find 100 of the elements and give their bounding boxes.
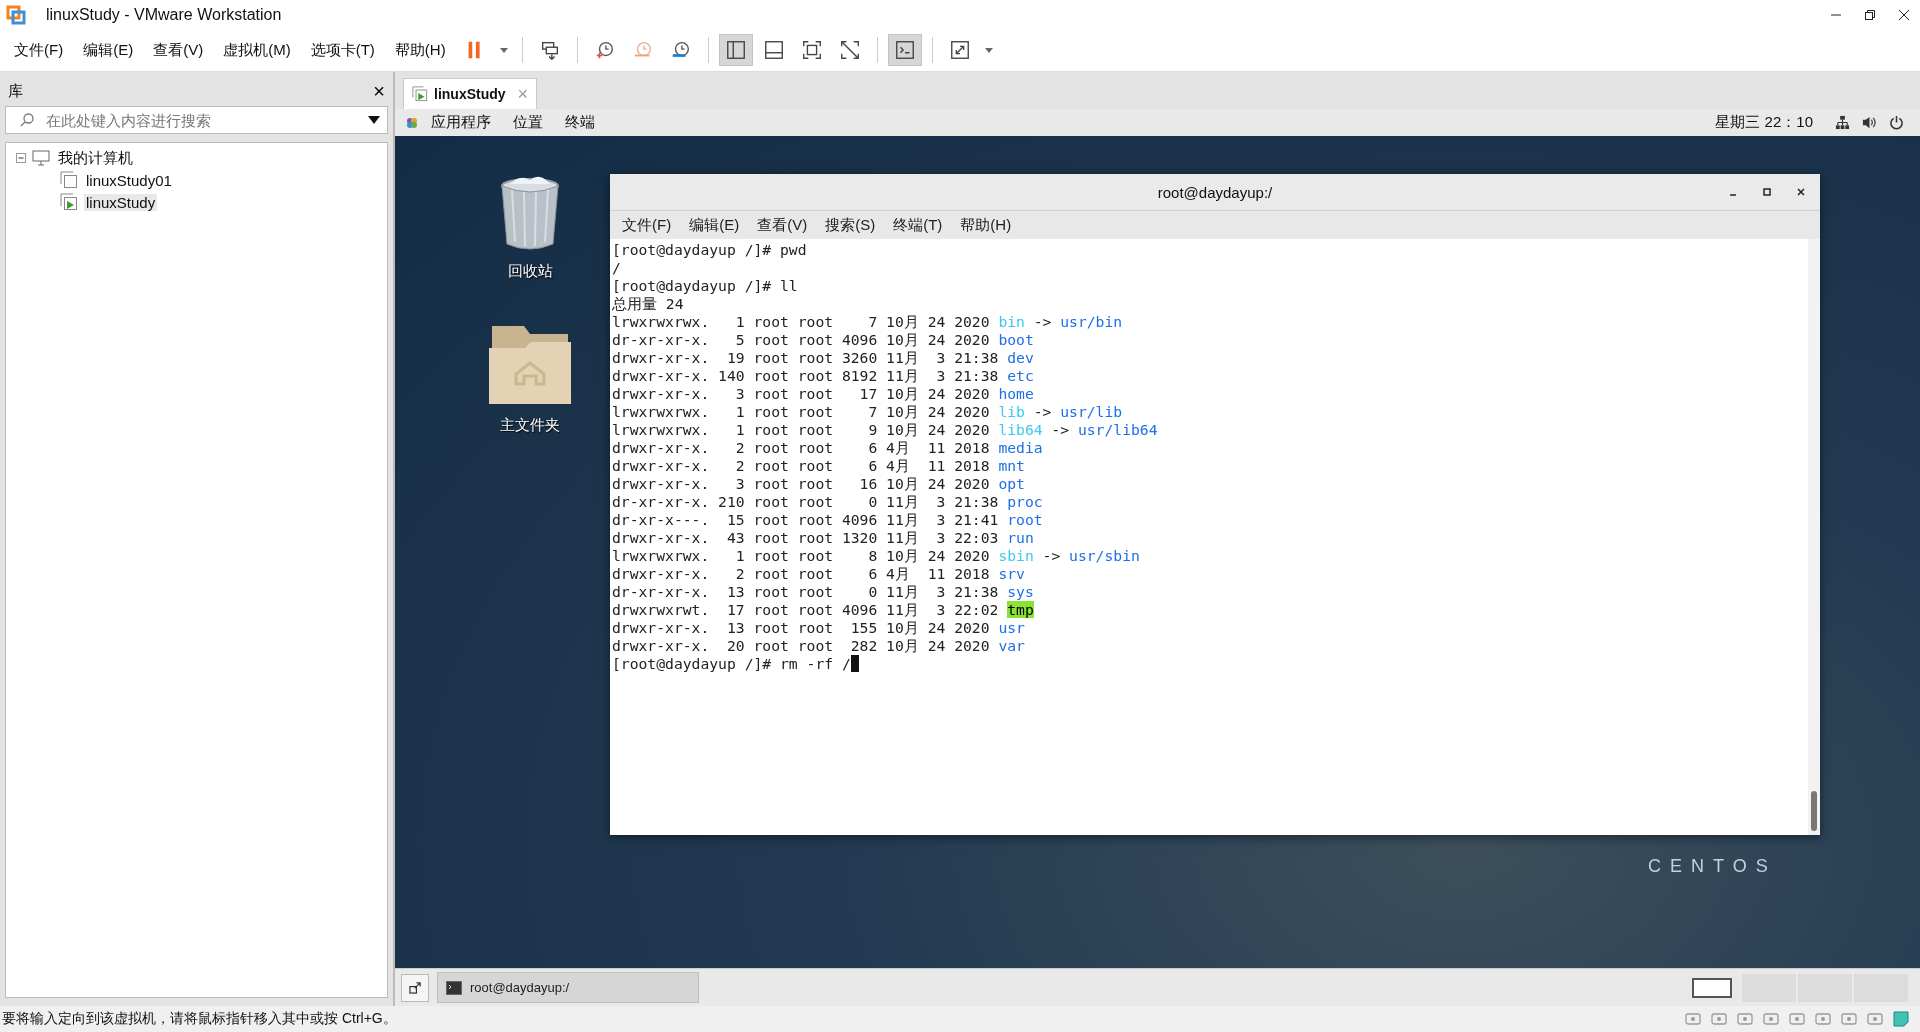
close-button[interactable]: × — [373, 81, 385, 101]
file-details: dr-xr-x---. 15 root root 4096 11月 3 21:41 — [612, 511, 1000, 528]
menu-item[interactable]: 虚拟机(M) — [215, 40, 299, 60]
applications-icon — [405, 115, 419, 130]
file-name: srv — [998, 565, 1025, 582]
file-name: sbin — [998, 547, 1034, 564]
caret-icon — [983, 45, 994, 55]
file-name: dev — [1007, 349, 1034, 366]
guest-menu[interactable]: 应用程序 — [431, 113, 491, 132]
caret-icon — [498, 45, 509, 55]
menu-item[interactable]: 编辑(E) — [75, 40, 142, 60]
link-arrow: -> — [1033, 403, 1052, 420]
file-details: lrwxrwxrwx. 1 root root 8 10月 24 2020 — [612, 547, 991, 564]
brand-text: CENTOS — [1648, 856, 1777, 877]
file-name: usr — [998, 619, 1025, 636]
computer-icon — [32, 150, 50, 166]
terminal-menu-item[interactable]: 帮助(H) — [952, 215, 1020, 235]
desktop-icon-label[interactable]: 回收站 — [507, 262, 553, 281]
terminal-menu-item[interactable]: 文件(F) — [614, 215, 680, 235]
view-button[interactable] — [718, 34, 753, 66]
terminal-menu-item[interactable]: 终端(T) — [885, 215, 951, 235]
close-icon[interactable] — [1796, 187, 1806, 197]
power-icon[interactable] — [1889, 115, 1904, 130]
tab-label: linuxStudy — [434, 86, 506, 102]
search-field[interactable]: 在此处键入内容进行搜索 — [5, 106, 388, 134]
menu-item[interactable]: 帮助(H) — [386, 40, 454, 60]
file-details: dr-xr-xr-x. 210 root root 0 11月 3 21:38 — [612, 493, 1000, 510]
console-button[interactable] — [887, 34, 922, 66]
file-name: lib — [998, 403, 1025, 420]
file-name: run — [1007, 529, 1034, 546]
close-icon[interactable] — [1898, 8, 1910, 21]
terminal-line: [root@daydayup /]# ll — [612, 277, 798, 294]
message-icon[interactable] — [1892, 1010, 1910, 1028]
file-details: drwxr-xr-x. 2 root root 6 4月 11 2018 — [612, 565, 991, 582]
file-name: bin — [998, 313, 1025, 330]
terminal-line: [root@daydayup /]# pwd — [612, 241, 807, 258]
vm-tab[interactable]: linuxStudy × — [403, 78, 538, 109]
restore-icon[interactable] — [1864, 8, 1876, 21]
terminal-menu-item[interactable]: 查看(V) — [749, 215, 816, 235]
maximize-icon[interactable] — [1762, 187, 1772, 197]
terminal-line: [root@daydayup /]# rm -rf / — [612, 655, 851, 672]
console-icon — [893, 39, 916, 61]
guest-menu[interactable]: 位置 — [513, 113, 543, 132]
file-details: drwxr-xr-x. 13 root root 155 10月 24 2020 — [612, 619, 991, 636]
file-details: drwxr-xr-x. 3 root root 17 10月 24 2020 — [612, 385, 991, 402]
file-details: drwxr-xr-x. 3 root root 16 10月 24 2020 — [612, 475, 991, 492]
library-title: 库 — [8, 81, 23, 101]
file-name: home — [998, 385, 1034, 402]
sidebar-layout-icon — [724, 39, 747, 61]
link-target: usr/lib — [1060, 403, 1123, 420]
tree-item[interactable]: 我的计算机 — [56, 148, 135, 168]
terminal-line: 总用量 24 — [612, 295, 684, 312]
show-desktop-button[interactable] — [401, 973, 429, 1002]
file-details: drwxr-xr-x. 43 root root 1320 11月 3 22:03 — [612, 529, 1000, 546]
file-name: lib64 — [998, 421, 1043, 438]
full-screen-icon — [800, 39, 823, 61]
desktop-icon-label[interactable]: 主文件夹 — [500, 416, 560, 435]
link-arrow: -> — [1033, 313, 1052, 330]
file-name: opt — [998, 475, 1025, 492]
menu-item[interactable]: 选项卡(T) — [302, 40, 383, 60]
file-name: mnt — [998, 457, 1025, 474]
file-details: lrwxrwxrwx. 1 root root 7 10月 24 2020 — [612, 403, 991, 420]
menu-item[interactable]: 查看(V) — [145, 40, 212, 60]
terminal-menu-item[interactable]: 搜索(S) — [817, 215, 884, 235]
taskbar-item[interactable]: root@daydayup:/ — [437, 972, 699, 1003]
file-details: drwxrwxrwt. 17 root root 4096 11月 3 22:02 — [612, 601, 1000, 618]
bottom-panel-layout-icon — [762, 39, 785, 61]
terminal-title: root@daydayup:/ — [1157, 183, 1273, 201]
file-name: boot — [998, 331, 1034, 348]
link-arrow: -> — [1042, 547, 1061, 564]
collapse-icon[interactable] — [16, 153, 26, 163]
link-target: usr/sbin — [1069, 547, 1140, 564]
clock[interactable]: 星期三 22：10 — [1715, 113, 1813, 132]
terminal-icon — [446, 980, 462, 995]
scrollbar-thumb[interactable] — [1811, 791, 1817, 831]
tree-item[interactable]: linuxStudy01 — [84, 171, 174, 189]
tree-item[interactable]: linuxStudy — [84, 193, 158, 211]
workspace-button[interactable] — [1692, 977, 1732, 998]
file-details: lrwxrwxrwx. 1 root root 9 10月 24 2020 — [612, 421, 991, 438]
file-name: sys — [1007, 583, 1034, 600]
window-title: linuxStudy - VMware Workstation — [46, 5, 282, 24]
file-details: lrwxrwxrwx. 1 root root 7 10月 24 2020 — [612, 313, 991, 330]
terminal-line: / — [612, 259, 621, 276]
file-details: drwxr-xr-x. 19 root root 3260 11月 3 21:38 — [612, 349, 1000, 366]
file-details: drwxr-xr-x. 2 root root 6 4月 11 2018 — [612, 457, 991, 474]
running-vm-icon — [412, 86, 428, 102]
guest-menu[interactable]: 终端 — [565, 113, 595, 132]
dropdown-icon[interactable] — [368, 116, 380, 124]
file-details: drwxr-xr-x. 140 root root 8192 11月 3 21:38 — [612, 367, 1000, 384]
terminal-menu-item[interactable]: 编辑(E) — [681, 215, 748, 235]
volume-icon[interactable] — [1862, 115, 1877, 130]
show-desktop-icon — [408, 981, 422, 994]
stretch-icon — [948, 39, 971, 61]
file-name: etc — [1007, 367, 1034, 384]
menu-item[interactable]: 文件(F) — [6, 40, 72, 60]
file-name: root — [1007, 511, 1043, 528]
file-name: proc — [1007, 493, 1043, 510]
home-folder-icon[interactable] — [488, 324, 572, 406]
file-details: drwxr-xr-x. 2 root root 6 4月 11 2018 — [612, 439, 991, 456]
trash-can-icon[interactable] — [498, 176, 562, 252]
